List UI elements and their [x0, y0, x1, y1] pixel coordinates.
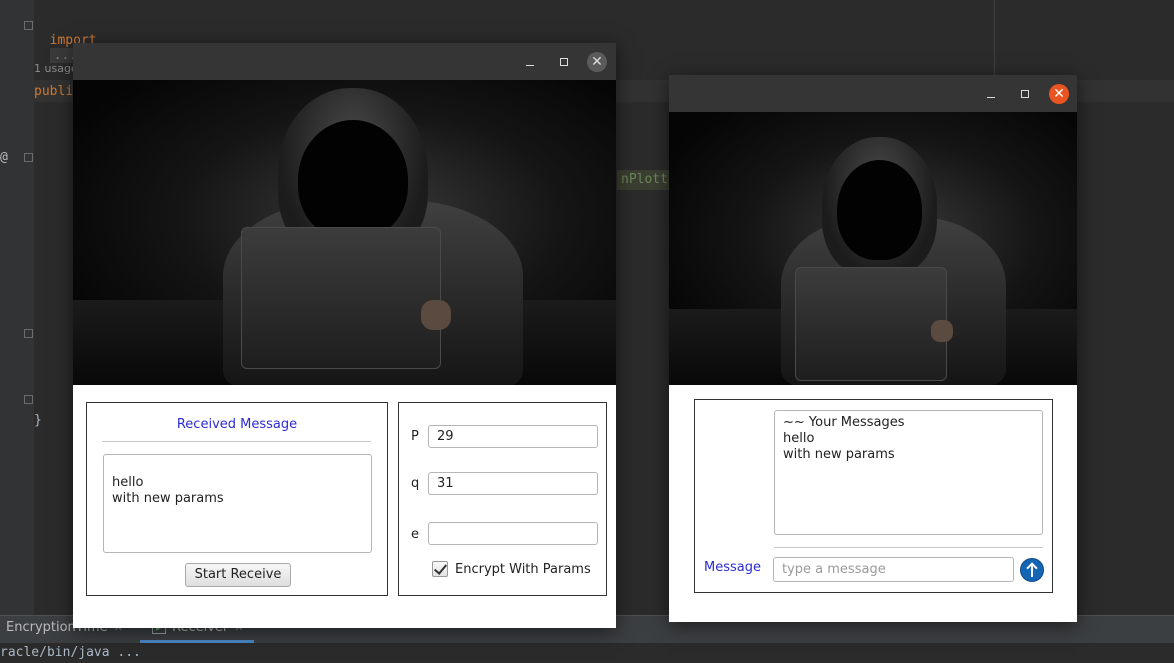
separator [774, 547, 1043, 548]
fold-icon[interactable] [24, 395, 33, 404]
param-q-label: q [411, 476, 420, 491]
maximize-icon[interactable] [1015, 84, 1035, 104]
received-message-textarea[interactable]: hello with new params [103, 454, 372, 553]
param-e-input[interactable] [428, 522, 598, 545]
close-icon[interactable]: ✕ [1049, 84, 1069, 104]
param-p-label: P [411, 429, 419, 444]
hooded-hacker-image [73, 80, 616, 385]
sender-window: ✕ ~~ Your Messages hello with new params… [669, 75, 1077, 622]
encrypt-with-params-checkbox[interactable] [432, 561, 448, 577]
hero-image [73, 80, 616, 385]
hero-image [669, 112, 1077, 385]
window-titlebar[interactable]: ✕ [669, 75, 1077, 112]
messages-textarea[interactable]: ~~ Your Messages hello with new params [774, 410, 1043, 535]
minimize-icon[interactable] [520, 52, 540, 72]
minimize-icon[interactable] [981, 84, 1001, 104]
message-label: Message [704, 560, 761, 575]
arrow-up-icon[interactable] [1020, 558, 1044, 582]
params-panel: P 29 q 31 e Encrypt With Params [398, 402, 607, 596]
code-line-public: publi [34, 84, 74, 99]
param-q-input[interactable]: 31 [428, 472, 598, 495]
message-placeholder: type a message [782, 562, 886, 577]
usage-hint[interactable]: 1 usage [34, 62, 78, 75]
annotation-gutter-icon: @ [0, 150, 8, 165]
console-line: racle/bin/java ... [0, 645, 141, 660]
fold-icon[interactable] [24, 329, 33, 338]
chat-panel: ~~ Your Messages hello with new params M… [694, 399, 1053, 593]
receiver-window: ✕ Received Message hello with new params… [73, 43, 616, 628]
received-message-title: Received Message [176, 417, 298, 432]
editor-gutter [0, 0, 34, 615]
hooded-hacker-image [669, 112, 1077, 385]
param-p-input[interactable]: 29 [428, 425, 598, 448]
start-receive-button[interactable]: Start Receive [185, 563, 291, 587]
maximize-icon[interactable] [554, 52, 574, 72]
received-message-panel: Received Message hello with new params S… [86, 402, 388, 596]
param-e-label: e [411, 527, 419, 542]
fold-icon[interactable] [24, 21, 33, 30]
close-icon[interactable]: ✕ [587, 52, 607, 72]
encrypt-with-params-label[interactable]: Encrypt With Params [455, 562, 591, 577]
separator [102, 441, 371, 442]
closing-brace: } [34, 413, 42, 428]
fold-icon[interactable] [24, 153, 33, 162]
message-input[interactable]: type a message [773, 557, 1014, 582]
console-output: racle/bin/java ... [0, 643, 1174, 663]
window-titlebar[interactable]: ✕ [73, 43, 616, 80]
